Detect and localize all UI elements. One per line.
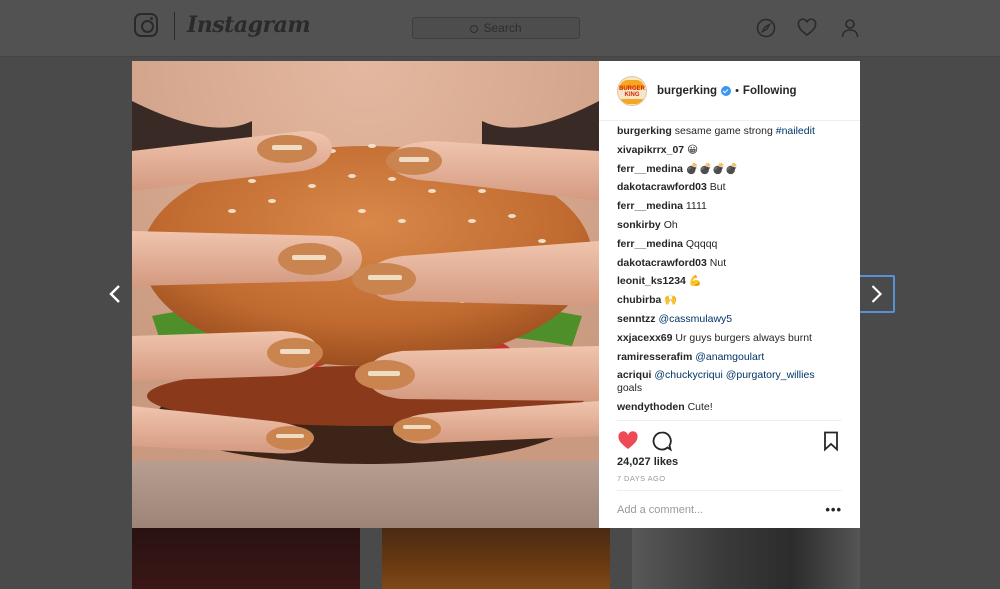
list-item: burgerking sesame game strong #nailedit (617, 125, 842, 138)
grid-thumbnail[interactable] (132, 528, 360, 589)
explore-compass-icon[interactable] (756, 18, 776, 38)
comment-text: 1111 (685, 200, 707, 213)
comment-mention[interactable]: @anamgoulart (695, 351, 764, 363)
avatar[interactable]: BURGER KING (617, 75, 647, 106)
comment-text: 💪 (688, 275, 702, 288)
likes-count[interactable]: 24,027 likes (599, 454, 860, 470)
comment-username[interactable]: ferr__medina (617, 238, 683, 250)
comment-username[interactable]: ferr__medina (617, 200, 683, 212)
comment-username[interactable]: burgerking (617, 125, 672, 137)
list-item: acriqui @chuckycriqui @purgatory_willies… (617, 369, 842, 395)
comment-username[interactable]: leonit_ks1234 (617, 275, 686, 287)
comment-mention[interactable]: @chuckycriqui @purgatory_willies (654, 369, 814, 381)
following-button[interactable]: Following (743, 85, 797, 97)
list-item: dakotacrawford03 But (617, 181, 842, 194)
list-item: chubirba 🙌 (617, 294, 842, 307)
comment-text: Cute! (687, 401, 713, 414)
comment-username[interactable]: xxjacexx69 (617, 332, 672, 344)
post-image[interactable] (132, 61, 599, 528)
comment-text: Ur guys burgers always burnt (675, 331, 812, 344)
list-item: ferr__medina 1111 (617, 200, 842, 213)
comment-hashtag[interactable]: #nailedit (776, 125, 815, 137)
list-item: ferr__medina 💣💣💣💣 (617, 163, 842, 176)
comment-text: 💣💣💣💣 (685, 162, 739, 175)
grid-thumbnail[interactable] (382, 528, 610, 589)
logo-divider (174, 12, 175, 40)
comment-text: sesame game strong (674, 125, 773, 137)
post-timestamp: 7 DAYS AGO (617, 474, 666, 483)
comment-username[interactable]: ramiresserafim (617, 351, 692, 363)
comment-text: goals (617, 382, 643, 395)
search-input[interactable]: Search (412, 17, 580, 39)
list-item: ramiresserafim @anamgoulart (617, 351, 842, 364)
search-placeholder: Search (483, 21, 522, 35)
add-comment-input[interactable] (617, 503, 826, 516)
comment-text: Qqqqq (685, 237, 718, 250)
top-navigation-bar: Instagram Search (0, 0, 1000, 57)
avatar-bun-bottom (621, 98, 643, 104)
like-heart-icon[interactable] (617, 430, 639, 452)
post-username[interactable]: burgerking (657, 85, 717, 97)
action-bar (617, 420, 842, 454)
comment-username[interactable]: senntzz (617, 313, 656, 325)
comment-bubble-icon[interactable] (651, 430, 673, 452)
post-header: BURGER KING burgerking • Following (599, 61, 860, 121)
list-item: xivapikrrx_07 😀 (617, 144, 842, 157)
comment-username[interactable]: acriqui (617, 369, 651, 381)
instagram-camera-icon[interactable] (134, 13, 158, 37)
list-item: sonkirby Oh (617, 219, 842, 232)
comment-text: Nut (709, 256, 727, 269)
list-item: ferr__medina Qqqqq (617, 238, 842, 251)
post-modal: BURGER KING burgerking • Following burge… (132, 61, 860, 528)
comment-username[interactable]: ferr__medina (617, 163, 683, 175)
avatar-logo-text: BURGER KING (618, 85, 645, 98)
comments-list: burgerking sesame game strong #nailedit … (599, 121, 860, 420)
comment-text: 😀 (687, 143, 699, 156)
activity-heart-icon[interactable] (797, 18, 817, 38)
next-post-arrow-icon[interactable] (858, 275, 895, 313)
profile-person-icon[interactable] (840, 18, 860, 38)
list-item: dakotacrawford03 Nut (617, 257, 842, 270)
comment-username[interactable]: xivapikrrx_07 (617, 144, 684, 156)
comment-username[interactable]: sonkirby (617, 219, 661, 231)
burger-nails-photo (132, 61, 599, 528)
instagram-wordmark[interactable]: Instagram (187, 12, 311, 38)
list-item: leonit_ks1234 💪 (617, 275, 842, 288)
comment-text: Oh (663, 218, 678, 231)
previous-post-arrow-icon[interactable] (104, 282, 128, 306)
comment-username[interactable]: chubirba (617, 294, 661, 306)
comment-username[interactable]: wendythoden (617, 401, 685, 413)
add-comment-bar: ••• (617, 490, 842, 528)
search-icon (470, 25, 479, 33)
verified-badge-icon (721, 85, 732, 96)
bookmark-save-icon[interactable] (820, 430, 842, 452)
comment-username[interactable]: dakotacrawford03 (617, 257, 707, 269)
comment-username[interactable]: dakotacrawford03 (617, 181, 707, 193)
post-sidebar: BURGER KING burgerking • Following burge… (599, 61, 860, 528)
comment-mention[interactable]: @cassmulawy5 (658, 313, 732, 325)
more-options-button[interactable]: ••• (825, 502, 842, 517)
comment-text: 🙌 (664, 294, 678, 307)
header-dot-separator: • (735, 84, 739, 97)
comment-text: But (709, 181, 726, 194)
grid-thumbnail[interactable] (632, 528, 860, 589)
list-item: senntzz @cassmulawy5 (617, 313, 842, 326)
list-item: xxjacexx69 Ur guys burgers always burnt (617, 332, 842, 345)
list-item: wendythoden Cute! (617, 401, 842, 414)
